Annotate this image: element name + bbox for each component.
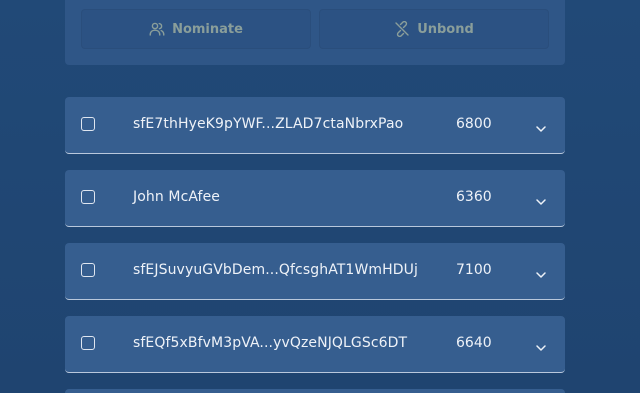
users-icon [149, 22, 165, 36]
validator-row[interactable]: sfEQf5xBfvM3pVA...yvQzeNJQLGSc6DT 6640 [65, 316, 565, 373]
validator-value: 6640 [456, 335, 492, 351]
chevron-down-icon[interactable] [535, 265, 547, 278]
validator-row-partial[interactable] [65, 389, 565, 393]
validator-name: sfEQf5xBfvM3pVA...yvQzeNJQLGSc6DT [133, 335, 408, 351]
chevron-down-icon[interactable] [535, 192, 547, 205]
validator-row[interactable]: sfE7thHyeK9pYWF...ZLAD7ctaNbrxPao 6800 [65, 97, 565, 154]
actions-panel: Nominate Unbond [65, 0, 565, 65]
validator-value: 6800 [456, 116, 492, 132]
nominate-button[interactable]: Nominate [81, 9, 311, 49]
validator-value: 6360 [456, 189, 492, 205]
validator-value: 7100 [456, 262, 492, 278]
validator-list: sfE7thHyeK9pYWF...ZLAD7ctaNbrxPao 6800 J… [65, 97, 565, 373]
unbond-button[interactable]: Unbond [319, 9, 549, 49]
staking-page: Nominate Unbond sfE7thHyeK9pYWF...ZLAD7c… [0, 0, 640, 393]
chevron-down-icon[interactable] [535, 338, 547, 351]
chevron-down-icon[interactable] [535, 119, 547, 132]
validator-name: John McAfee [133, 189, 221, 205]
validator-name: sfEJSuvyuGVbDem...QfcsghAT1WmHDUj [133, 262, 418, 278]
row-checkbox[interactable] [81, 190, 95, 204]
validator-row[interactable]: John McAfee 6360 [65, 170, 565, 227]
nominate-label: Nominate [172, 21, 243, 37]
row-checkbox[interactable] [81, 336, 95, 350]
validator-row[interactable]: sfEJSuvyuGVbDem...QfcsghAT1WmHDUj 7100 [65, 243, 565, 300]
row-checkbox[interactable] [81, 263, 95, 277]
unlink-icon [394, 21, 410, 37]
validator-name: sfE7thHyeK9pYWF...ZLAD7ctaNbrxPao [133, 116, 404, 132]
unbond-label: Unbond [417, 21, 474, 37]
row-checkbox[interactable] [81, 117, 95, 131]
